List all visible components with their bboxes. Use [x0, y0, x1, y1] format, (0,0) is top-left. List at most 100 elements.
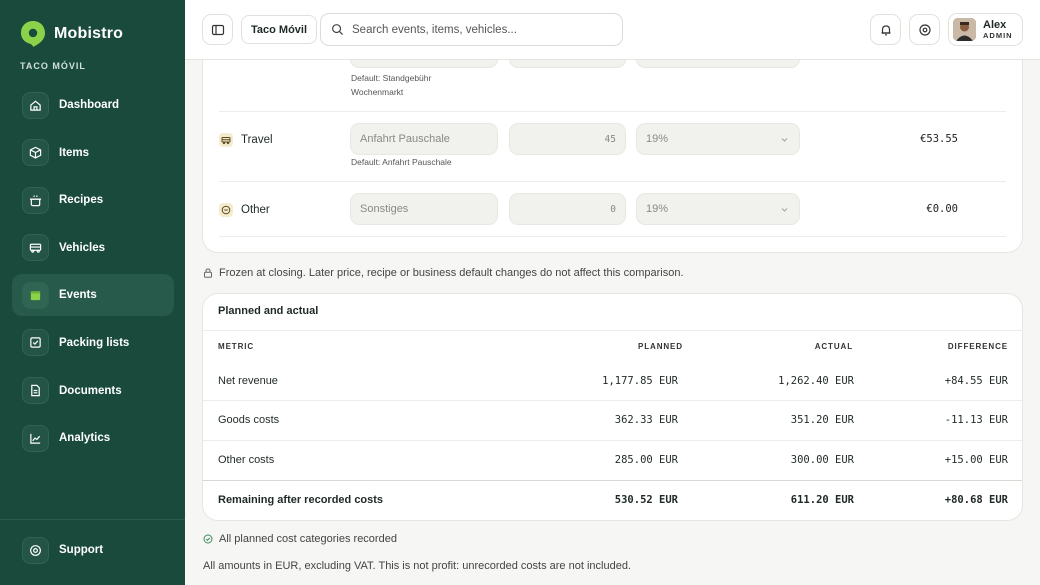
difference-value: +80.68 EUR	[944, 494, 1008, 506]
column-header-difference: DIFFERENCE	[947, 342, 1008, 351]
default-hint: Default: Standgebühr Wochenmarkt	[351, 73, 432, 97]
row-divider	[219, 111, 1006, 112]
planned-value: 1,177.85 EUR	[602, 375, 678, 387]
disclaimer: All amounts in EUR, excluding VAT. This …	[203, 560, 631, 572]
sidebar-item-label: Events	[59, 289, 97, 302]
sidebar-item-recipes[interactable]: Recipes	[12, 179, 174, 221]
brand-name: Mobistro	[54, 25, 124, 42]
sidebar-item-dashboard[interactable]: Dashboard	[12, 84, 174, 126]
expense-quantity-input[interactable]: 0	[509, 193, 626, 225]
sidebar-item-analytics[interactable]: Analytics	[12, 417, 174, 459]
header-divider	[203, 330, 1022, 331]
avatar	[953, 18, 976, 41]
sidebar-item-label: Vehicles	[59, 241, 106, 254]
card-title: Planned and actual	[218, 305, 319, 317]
table-row: Net revenue 1,177.85 EUR 1,262.40 EUR +8…	[203, 361, 1022, 401]
vat-select[interactable]: 19%	[636, 123, 800, 155]
expense-name-input[interactable]: Anfahrt Pauschale	[350, 123, 498, 155]
sidebar-divider	[0, 519, 185, 520]
expense-name-input[interactable]: Sonstiges	[350, 193, 498, 225]
column-header-actual: ACTUAL	[814, 342, 853, 351]
help-button[interactable]	[909, 14, 940, 45]
check-circle-icon	[203, 534, 213, 544]
sidebar-item-events[interactable]: Events	[12, 274, 174, 317]
sidebar: Mobistro TACO MÓVIL Dashboard Items Reci…	[0, 0, 185, 585]
sidebar-item-label: Documents	[59, 384, 122, 397]
frozen-note-text: Frozen at closing. Later price, recipe o…	[219, 267, 684, 279]
sidebar-item-label: Packing lists	[59, 336, 130, 349]
pot-icon	[22, 186, 49, 214]
bell-icon	[881, 24, 890, 35]
org-name: TACO MÓVIL	[20, 61, 86, 71]
notifications-button[interactable]	[870, 14, 901, 45]
sidebar-item-support[interactable]: Support	[12, 529, 174, 571]
brand[interactable]: Mobistro	[20, 20, 123, 48]
chevron-down-icon	[781, 138, 788, 142]
sidebar-item-label: Items	[59, 146, 90, 159]
default-hint: Default: Anfahrt Pauschale	[351, 157, 452, 167]
sidebar-item-label: Recipes	[59, 194, 104, 207]
chevron-down-icon	[781, 208, 788, 212]
truck-icon	[22, 234, 49, 262]
actual-value: 1,262.40 EUR	[778, 375, 854, 387]
sidebar-item-label: Dashboard	[59, 99, 120, 111]
category-travel: Travel	[219, 133, 273, 147]
org-switcher-button[interactable]: Taco Móvil	[241, 15, 318, 44]
vat-select[interactable]: 19%	[636, 193, 800, 225]
sidebar-item-documents[interactable]: Documents	[12, 370, 174, 412]
search-box[interactable]	[320, 13, 623, 46]
planned-value: 530.52 EUR	[614, 494, 678, 506]
expense-quantity-input[interactable]: 45	[509, 123, 626, 155]
actual-value: 351.20 EUR	[790, 414, 854, 426]
column-header-planned: PLANNED	[638, 342, 683, 351]
cube-icon	[22, 139, 49, 167]
user-name: Alex	[983, 19, 1007, 31]
planned-value: 362.33 EUR	[614, 414, 678, 426]
home-icon	[22, 91, 49, 119]
sidebar-panel-icon	[211, 24, 224, 35]
column-header-metric: METRIC	[218, 342, 255, 351]
metric-label: Other costs	[218, 454, 275, 466]
user-info: Alex ADMIN	[983, 19, 1013, 40]
actual-value: 300.00 EUR	[790, 454, 854, 466]
sidebar-toggle-button[interactable]	[202, 14, 233, 45]
support-section: Support	[12, 529, 174, 577]
categories-status-text: All planned cost categories recorded	[219, 533, 397, 545]
difference-value: +15.00 EUR	[944, 454, 1008, 466]
sidebar-item-items[interactable]: Items	[12, 132, 174, 174]
planned-value: 285.00 EUR	[614, 454, 678, 466]
minus-circle-icon	[219, 203, 233, 217]
sidebar-item-packing-lists[interactable]: Packing lists	[12, 322, 174, 364]
checklist-icon	[22, 329, 49, 357]
mobistro-logo-icon	[21, 21, 45, 47]
category-label: Travel	[241, 134, 273, 146]
table-row-total: Remaining after recorded costs 530.52 EU…	[203, 481, 1022, 520]
help-circle-icon	[22, 536, 49, 564]
metric-label: Goods costs	[218, 414, 280, 426]
sidebar-item-vehicles[interactable]: Vehicles	[12, 227, 174, 269]
sidebar-item-label: Analytics	[59, 432, 111, 445]
categories-status: All planned cost categories recorded	[203, 533, 397, 545]
user-menu[interactable]: Alex ADMIN	[948, 13, 1023, 46]
search-input[interactable]	[352, 23, 602, 36]
frozen-note: Frozen at closing. Later price, recipe o…	[203, 267, 684, 279]
difference-value: +84.55 EUR	[944, 375, 1008, 387]
table-row: Goods costs 362.33 EUR 351.20 EUR -11.13…	[203, 401, 1022, 441]
user-role: ADMIN	[983, 31, 1013, 40]
planned-actual-card: Planned and actual METRIC PLANNED ACTUAL…	[202, 293, 1023, 521]
expense-amount: €53.55	[920, 133, 958, 145]
help-icon	[918, 23, 931, 36]
sidebar-item-label: Support	[59, 544, 104, 556]
sidebar-nav: Dashboard Items Recipes Vehicles Events …	[12, 84, 174, 465]
category-label: Other	[241, 204, 270, 216]
chart-icon	[22, 424, 49, 452]
calendar-icon	[22, 281, 49, 309]
search-icon	[332, 24, 344, 36]
table-row: Other costs 285.00 EUR 300.00 EUR +15.00…	[203, 441, 1022, 481]
truck-icon	[219, 133, 233, 147]
difference-value: -11.13 EUR	[944, 414, 1008, 426]
category-other: Other	[219, 203, 270, 217]
metric-label: Net revenue	[218, 375, 278, 387]
lock-icon	[204, 268, 212, 278]
metric-label: Remaining after recorded costs	[218, 494, 384, 506]
